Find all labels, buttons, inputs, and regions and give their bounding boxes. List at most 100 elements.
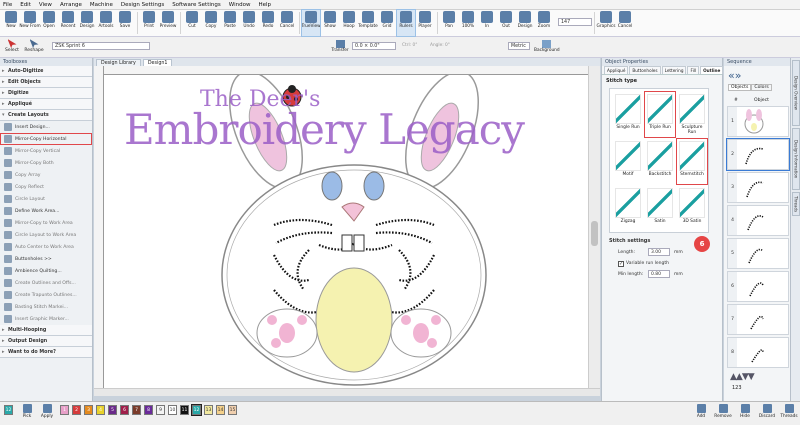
stitch-zigzag[interactable]: Zigzag bbox=[613, 186, 643, 231]
ribbon-button-zoom[interactable]: Zoom bbox=[535, 10, 553, 36]
zoom-field[interactable]: 147 bbox=[558, 18, 592, 26]
ribbon-button-100-[interactable]: 100% bbox=[459, 10, 477, 36]
toolbox-group-4[interactable]: Create Layouts bbox=[0, 110, 92, 121]
toolbox-item-mirror-copy-horizontal[interactable]: Mirror-Copy Horizontal bbox=[0, 133, 92, 145]
apply-button[interactable]: Apply bbox=[36, 404, 58, 419]
toolbox-item-buttonholes[interactable]: Buttonholes >> bbox=[0, 253, 92, 265]
ribbon-button-recent[interactable]: Recent bbox=[59, 10, 77, 36]
toolbox-group-bottom-2[interactable]: Want to do More? bbox=[0, 347, 92, 358]
op-tab-fill[interactable]: Fill bbox=[687, 66, 700, 74]
ribbon-button-show[interactable]: Show bbox=[321, 10, 339, 36]
ribbon-button-paste[interactable]: Paste bbox=[221, 10, 239, 36]
thread-swatch[interactable]: 11 bbox=[180, 405, 189, 415]
op-tab-lettering[interactable]: Lettering bbox=[661, 66, 687, 74]
toolbox-item-create-outlines-and-offs[interactable]: Create Outlines and Offs... bbox=[0, 277, 92, 289]
thread-swatch[interactable]: 13 bbox=[204, 405, 213, 415]
sequence-move-arrows[interactable]: ▲▲▼▼ bbox=[730, 372, 755, 382]
stitch-motif[interactable]: Motif bbox=[613, 139, 643, 184]
ribbon-button-player[interactable]: Player bbox=[416, 10, 434, 36]
size-field[interactable]: 0.0 × 0.0" bbox=[352, 42, 396, 50]
thread-swatch[interactable]: 1 bbox=[60, 405, 69, 415]
thread-swatch[interactable]: 8 bbox=[144, 405, 153, 415]
thread-swatch[interactable]: 5 bbox=[108, 405, 117, 415]
thread-swatch[interactable]: 7 bbox=[132, 405, 141, 415]
ctrl-angle-field[interactable]: Ctrl: 0° bbox=[402, 43, 417, 48]
thread-swatch[interactable]: 2 bbox=[72, 405, 81, 415]
ribbon-button-pan[interactable]: Pan bbox=[440, 10, 458, 36]
length-input[interactable]: 3.00 bbox=[648, 248, 670, 256]
ribbon-button-new[interactable]: New bbox=[2, 10, 20, 36]
ribbon-button-open[interactable]: Open bbox=[40, 10, 58, 36]
stitch-stemstitch[interactable]: Stemstitch bbox=[676, 138, 708, 185]
toolbox-item-create-trapunto-outlines[interactable]: Create Trapunto Outlines... bbox=[0, 289, 92, 301]
toolbox-item-copy-reflect[interactable]: Copy Reflect bbox=[0, 181, 92, 193]
op-tab-appliqué[interactable]: Appliqué bbox=[604, 66, 629, 74]
menu-item-4[interactable]: Machine bbox=[90, 2, 113, 8]
ribbon-button-design[interactable]: Design bbox=[516, 10, 534, 36]
stitch-single-run[interactable]: Single Run bbox=[613, 92, 643, 137]
sequence-row[interactable]: 2 bbox=[726, 138, 790, 171]
toolbox-group-bottom-1[interactable]: Output Design bbox=[0, 336, 92, 347]
toolbox-item-circle-layout[interactable]: Circle Layout bbox=[0, 193, 92, 205]
variable-run-checkbox[interactable]: ✓ bbox=[618, 261, 624, 267]
tab-design-overview[interactable]: Design Overview bbox=[792, 60, 800, 126]
ribbon-button-rulers[interactable]: Rulers bbox=[396, 9, 416, 37]
pick-button[interactable]: Pick bbox=[16, 404, 38, 419]
ribbon-button-preview[interactable]: Preview bbox=[159, 10, 177, 36]
ribbon-button-copy[interactable]: Copy bbox=[202, 10, 220, 36]
ribbon-button-redo[interactable]: Redo bbox=[259, 10, 277, 36]
sequence-row[interactable]: 3 bbox=[727, 172, 789, 203]
sequence-row[interactable]: 8 bbox=[727, 337, 789, 368]
ribbon-button-artools[interactable]: Artools bbox=[97, 10, 115, 36]
background-button[interactable]: Background bbox=[534, 40, 560, 53]
thread-swatch[interactable]: 6 bbox=[120, 405, 129, 415]
scroll-thumb[interactable] bbox=[591, 221, 598, 246]
toolbox-item-insert-design[interactable]: Insert Design... bbox=[0, 121, 92, 133]
menu-item-6[interactable]: Software Settings bbox=[172, 2, 221, 8]
thread-swatch[interactable]: 14 bbox=[216, 405, 225, 415]
op-tab-buttonholes[interactable]: Buttonholes bbox=[629, 66, 661, 74]
thread-swatch[interactable]: 3 bbox=[84, 405, 93, 415]
ribbon-button-cut[interactable]: Cut bbox=[183, 10, 201, 36]
ribbon-button-graphics[interactable]: Graphics bbox=[597, 10, 616, 36]
sequence-row[interactable]: 7 bbox=[727, 304, 789, 335]
stitch-satin[interactable]: Satin bbox=[645, 186, 675, 231]
reshape-tool[interactable]: Reshape bbox=[24, 39, 44, 53]
transfer-button[interactable]: Transfer bbox=[330, 40, 350, 53]
ribbon-button-out[interactable]: Out bbox=[497, 10, 515, 36]
machine-select[interactable]: ZSK Sprint 6 bbox=[52, 42, 150, 50]
menu-item-5[interactable]: Design Settings bbox=[121, 2, 164, 8]
tab-objects[interactable]: Objects bbox=[728, 84, 752, 91]
toolbox-group-3[interactable]: Appliqué bbox=[0, 99, 92, 110]
toolbox-item-copy-array[interactable]: Copy Array bbox=[0, 169, 92, 181]
toolbox-item-circle-layout-to-work-area[interactable]: Circle Layout to Work Area bbox=[0, 229, 92, 241]
ribbon-button-undo[interactable]: Undo bbox=[240, 10, 258, 36]
tab-design-information[interactable]: Design Information bbox=[792, 128, 800, 190]
ribbon-button-cancel[interactable]: Cancel bbox=[278, 10, 296, 36]
ribbon-button-cancel[interactable]: Cancel bbox=[616, 10, 634, 36]
toolbox-group-2[interactable]: Digitize bbox=[0, 88, 92, 99]
sequence-row[interactable]: 4 bbox=[727, 205, 789, 236]
thread-swatch[interactable]: 4 bbox=[96, 405, 105, 415]
sequence-row[interactable]: 1 bbox=[727, 106, 789, 137]
menu-item-8[interactable]: Help bbox=[258, 2, 271, 8]
menu-item-1[interactable]: Edit bbox=[20, 2, 31, 8]
toolbox-item-mirror-copy-vertical[interactable]: Mirror-Copy Vertical bbox=[0, 145, 92, 157]
stitch-sculpture-run[interactable]: Sculpture Run bbox=[677, 92, 707, 137]
status-remove-button[interactable]: Remove bbox=[712, 404, 734, 419]
stitch-3d-satin[interactable]: 3D Satin bbox=[677, 186, 707, 231]
toolbox-item-mirror-copy-both[interactable]: Mirror-Copy Both bbox=[0, 157, 92, 169]
ribbon-button-hoop[interactable]: Hoop bbox=[340, 10, 358, 36]
menu-item-3[interactable]: Arrange bbox=[60, 2, 82, 8]
menu-item-7[interactable]: Window bbox=[229, 2, 251, 8]
design-canvas[interactable]: The Deer's Embroidery Legacy bbox=[104, 75, 588, 388]
sequence-nav-icon[interactable]: «» bbox=[728, 69, 741, 82]
ribbon-button-trueview[interactable]: TrueView bbox=[301, 9, 321, 37]
toolbox-item-insert-graphic-marker[interactable]: Insert Graphic Marker... bbox=[0, 313, 92, 325]
stitch-triple-run[interactable]: Triple Run bbox=[644, 91, 676, 138]
toolbox-group-bottom-0[interactable]: Multi-Hooping bbox=[0, 325, 92, 336]
toolbox-item-mirror-copy-to-work-area[interactable]: Mirror-Copy to Work Area bbox=[0, 217, 92, 229]
status-discard-button[interactable]: Discard bbox=[756, 404, 778, 419]
sequence-row[interactable]: 5 bbox=[727, 238, 789, 269]
tab-design1[interactable]: Design1 bbox=[142, 59, 173, 66]
